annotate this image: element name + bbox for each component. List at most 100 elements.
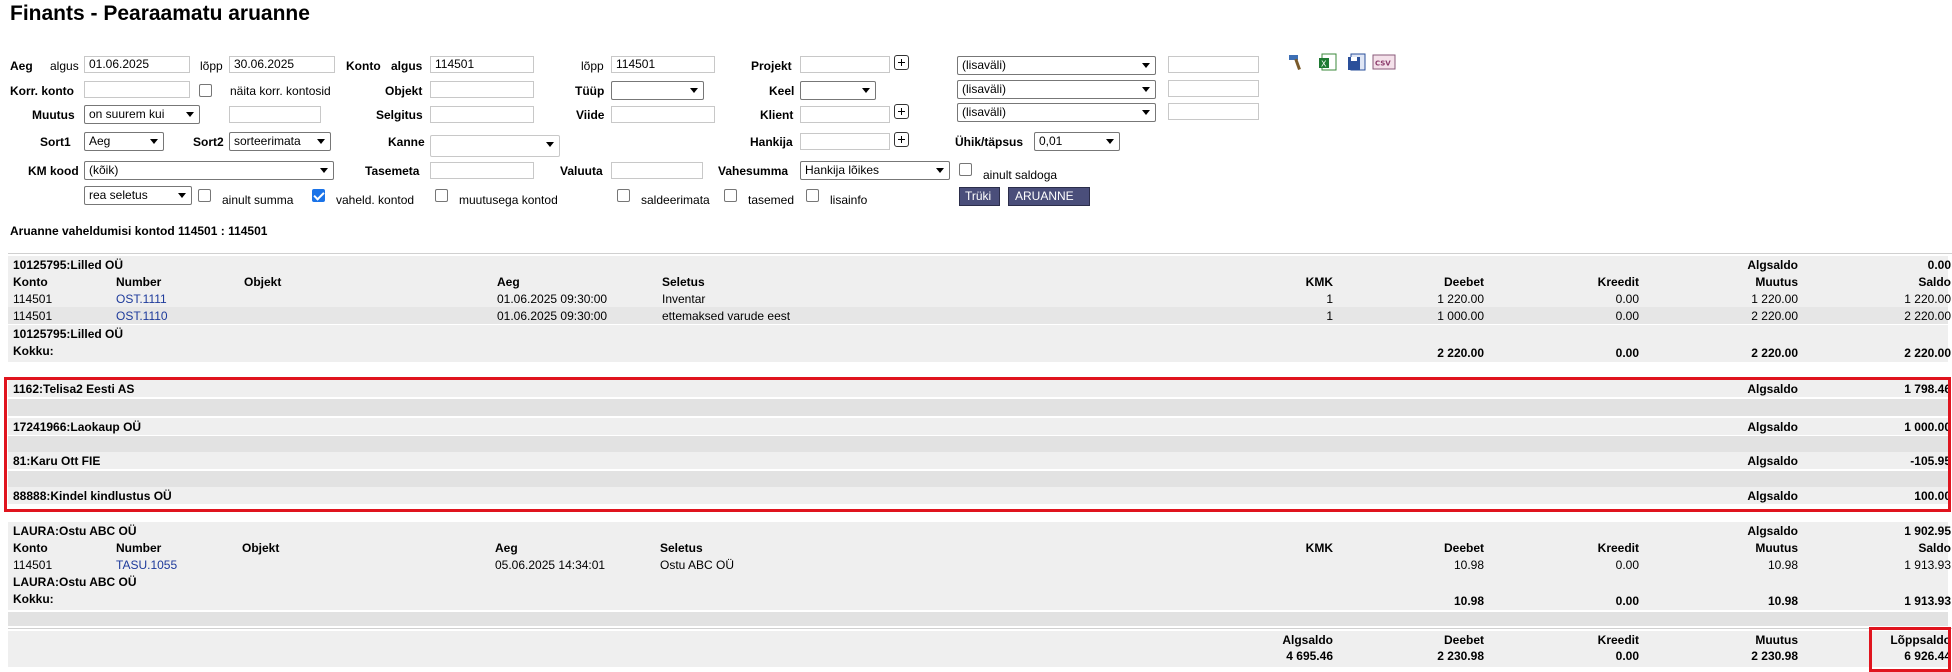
grand-kreedit-value: 0.00 (1615, 649, 1639, 663)
col-deebet: Deebet (1443, 541, 1484, 555)
col-number: Number (116, 275, 162, 289)
col-seletus: Seletus (662, 275, 705, 289)
tasemeta-input[interactable] (430, 162, 534, 179)
col-deebet: Deebet (1443, 275, 1484, 289)
kanne-select[interactable] (430, 135, 560, 157)
total-kreedit: 0.00 (1615, 594, 1639, 608)
divider (8, 628, 1952, 629)
extra-field-select-1[interactable]: (lisaväli) (957, 56, 1156, 75)
keel-select[interactable] (800, 81, 876, 100)
cell-kmk: 1 (1326, 292, 1333, 306)
cell-deebet: 1 000.00 (1437, 309, 1484, 323)
km-kood-select[interactable]: (kõik) (84, 161, 334, 180)
account-start-input[interactable]: 114501 (430, 56, 534, 73)
rea-seletus-select[interactable]: rea seletus (84, 186, 192, 205)
korr-konto-input[interactable] (84, 81, 190, 98)
date-end-input[interactable]: 30.06.2025 (229, 56, 335, 73)
projekt-label: Projekt (751, 59, 792, 73)
tyyp-select[interactable] (611, 81, 704, 100)
show-korr-checkbox[interactable] (199, 84, 212, 97)
cell-muutus: 2 220.00 (1751, 309, 1798, 323)
tyyp-label: Tüüp (575, 84, 605, 98)
muutus-select[interactable]: on suurem kui (84, 105, 200, 124)
grand-algsaldo-label: Algsaldo (1282, 633, 1333, 647)
klient-input[interactable] (800, 106, 890, 123)
konto-algus-label: algus (391, 59, 423, 73)
col-seletus: Seletus (660, 541, 703, 555)
total-muutus: 10.98 (1767, 594, 1798, 608)
kanne-label: Kanne (388, 135, 425, 149)
col-kreedit: Kreedit (1597, 541, 1639, 555)
konto-lopp-label: lõpp (581, 59, 604, 73)
report-button[interactable]: ARUANNE (1008, 187, 1090, 206)
date-start-input[interactable]: 01.06.2025 (84, 56, 190, 73)
col-saldo: Saldo (1918, 275, 1951, 289)
group-name: 10125795:Lilled OÜ (13, 258, 124, 272)
muutus-amount-input[interactable] (229, 106, 321, 123)
report-subtitle: Aruanne vaheldumisi kontod 114501 : 1145… (10, 224, 268, 238)
grand-total: Algsaldo 4 695.46 Deebet 2 230.98 Kreedi… (8, 631, 1951, 667)
muutusega-kontod-checkbox[interactable] (435, 189, 448, 202)
objekt-input[interactable] (430, 81, 534, 98)
yhik-select[interactable]: 0,01 (1034, 132, 1120, 151)
document-link[interactable]: TASU.1055 (116, 558, 177, 572)
projekt-add-icon[interactable] (894, 55, 909, 70)
selgitus-label: Selgitus (376, 108, 423, 122)
group-name: LAURA:Ostu ABC OÜ (13, 524, 137, 538)
saldeerimata-label: saldeerimata (641, 193, 710, 207)
grand-deebet-label: Deebet (1443, 633, 1484, 647)
sort1-label: Sort1 (40, 135, 71, 149)
extra-field-select-3[interactable]: (lisaväli) (957, 103, 1156, 122)
projekt-input[interactable] (800, 56, 890, 73)
algsaldo-label: Algsaldo (1747, 524, 1798, 538)
sort1-select[interactable]: Aeg (84, 132, 164, 151)
klient-add-icon[interactable] (894, 104, 909, 119)
document-link[interactable]: OST.1111 (116, 292, 167, 306)
ainult-saldoga-checkbox[interactable] (959, 163, 972, 176)
viide-input[interactable] (611, 106, 715, 123)
cell-kmk: 1 (1326, 309, 1333, 323)
muutusega-kontod-label: muutusega kontod (459, 193, 558, 207)
group-name: 10125795:Lilled OÜ (13, 327, 124, 341)
saldeerimata-checkbox[interactable] (617, 189, 630, 202)
selgitus-input[interactable] (430, 106, 534, 123)
group-footer: 10125795:Lilled OÜ (8, 325, 1948, 342)
lopp-label: lõpp (200, 59, 223, 73)
aeg-label: Aeg (10, 59, 33, 73)
total-saldo: 1 913.93 (1904, 594, 1951, 608)
tasemed-checkbox[interactable] (724, 189, 737, 202)
excel-icon[interactable]: X (1318, 52, 1338, 72)
extra-field-input-1[interactable] (1168, 56, 1259, 73)
korr-konto-label: Korr. konto (10, 84, 75, 98)
valuuta-input[interactable] (611, 162, 703, 179)
cell-deebet: 10.98 (1453, 558, 1484, 572)
extra-field-input-2[interactable] (1168, 80, 1259, 97)
extra-field-input-3[interactable] (1168, 103, 1259, 120)
vaheld-kontod-checkbox[interactable] (312, 189, 325, 202)
extra-field-select-2[interactable]: (lisaväli) (957, 80, 1156, 99)
document-link[interactable]: OST.1110 (116, 309, 168, 323)
cell-aeg: 01.06.2025 09:30:00 (497, 292, 608, 306)
cell-konto: 114501 (13, 309, 53, 323)
col-saldo: Saldo (1918, 541, 1951, 555)
lisainfo-checkbox[interactable] (806, 189, 819, 202)
cell-seletus: Inventar (662, 292, 706, 306)
csv-icon[interactable]: CSV (1372, 52, 1396, 72)
save-icon[interactable] (1347, 52, 1367, 72)
vahesumma-select[interactable]: Hankija lõikes (800, 161, 950, 180)
column-headers: Konto Number Objekt Aeg Seletus KMK Deeb… (8, 539, 1951, 556)
ainult-summa-checkbox[interactable] (198, 189, 211, 202)
total-muutus: 2 220.00 (1751, 346, 1798, 360)
account-end-input[interactable]: 114501 (611, 56, 715, 73)
algsaldo-value: 1 902.95 (1904, 524, 1951, 538)
col-kreedit: Kreedit (1597, 275, 1639, 289)
cell-aeg: 01.06.2025 09:30:00 (497, 309, 608, 323)
print-button[interactable]: Trüki (959, 187, 1000, 206)
vahesumma-label: Vahesumma (718, 164, 789, 178)
tools-icon[interactable] (1287, 52, 1307, 72)
hankija-add-icon[interactable] (894, 132, 909, 147)
hankija-input[interactable] (800, 133, 890, 150)
sort2-select[interactable]: sorteerimata (229, 132, 331, 151)
col-muutus: Muutus (1755, 275, 1798, 289)
total-saldo: 2 220.00 (1904, 346, 1951, 360)
